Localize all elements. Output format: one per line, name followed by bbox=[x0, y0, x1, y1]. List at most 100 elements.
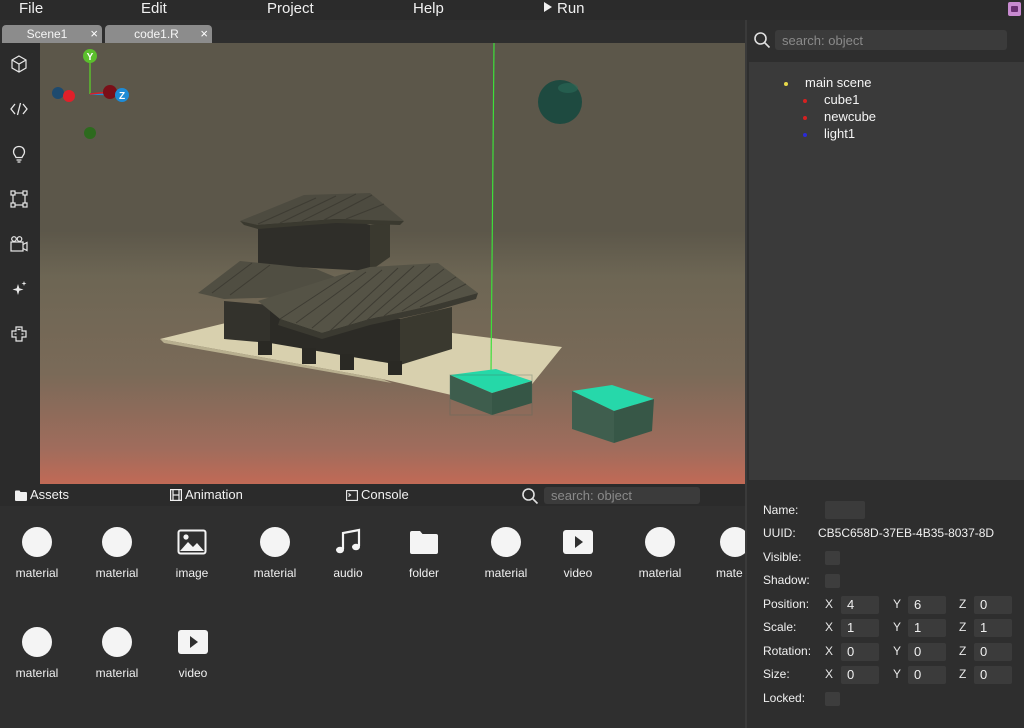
asset-item[interactable]: material bbox=[80, 606, 154, 680]
asset-item[interactable]: folder bbox=[387, 506, 461, 580]
tab-assets[interactable]: Assets bbox=[15, 487, 69, 503]
tree-item-cube1[interactable]: cube1 bbox=[824, 92, 859, 108]
gizmo-neg-x[interactable] bbox=[103, 85, 117, 99]
menu-edit[interactable]: Edit bbox=[141, 0, 167, 18]
code-icon[interactable] bbox=[9, 99, 29, 119]
tab-animation-label: Animation bbox=[185, 487, 243, 502]
asset-item[interactable]: material bbox=[469, 506, 543, 580]
axis-y-label: Y bbox=[893, 644, 902, 658]
material-icon bbox=[22, 527, 52, 557]
terminal-icon bbox=[346, 490, 358, 501]
axis-y-label: Y bbox=[893, 597, 902, 611]
tab-code1[interactable]: code1.R × bbox=[105, 25, 212, 43]
cube-icon[interactable] bbox=[9, 54, 29, 74]
material-icon bbox=[491, 527, 521, 557]
axis-y-label: Y bbox=[893, 667, 902, 681]
rotation-y-input[interactable]: 0 bbox=[908, 643, 946, 661]
close-icon[interactable]: × bbox=[200, 25, 208, 43]
shadow-label: Shadow: bbox=[763, 573, 810, 587]
size-label: Size: bbox=[763, 667, 790, 681]
tree-dot bbox=[803, 116, 807, 120]
tree-item-main-scene[interactable]: main scene bbox=[805, 75, 871, 91]
app-logo-icon[interactable] bbox=[1008, 2, 1021, 16]
tree-item-light1[interactable]: light1 bbox=[824, 126, 855, 142]
locked-checkbox[interactable] bbox=[825, 692, 840, 706]
scene-viewport[interactable]: Y Z bbox=[40, 43, 745, 484]
name-field[interactable] bbox=[825, 501, 865, 519]
search-icon bbox=[522, 488, 539, 505]
asset-search-input[interactable] bbox=[544, 487, 700, 504]
menu-bar: File Edit Project Help Run bbox=[0, 0, 1024, 20]
tab-console[interactable]: Console bbox=[346, 487, 409, 503]
asset-item[interactable]: material bbox=[0, 506, 74, 580]
properties-panel: Name: UUID: CB5C658D-37EB-4B35-8037-8D V… bbox=[749, 482, 1024, 728]
position-z-input[interactable]: 0 bbox=[974, 596, 1012, 614]
material-icon bbox=[22, 627, 52, 657]
scale-label: Scale: bbox=[763, 620, 797, 634]
tree-item-newcube[interactable]: newcube bbox=[824, 109, 876, 125]
gizmo-neg-y[interactable] bbox=[84, 127, 96, 139]
bottom-panel-tabs: Assets Animation Console bbox=[0, 484, 745, 506]
size-y-input[interactable]: 0 bbox=[908, 666, 946, 684]
axis-x-label: X bbox=[825, 644, 834, 658]
bounding-box-icon[interactable] bbox=[9, 189, 29, 209]
menu-file[interactable]: File bbox=[19, 0, 43, 18]
material-icon bbox=[260, 527, 290, 557]
close-icon[interactable]: × bbox=[90, 25, 98, 43]
position-label: Position: bbox=[763, 597, 810, 611]
axis-x-label: X bbox=[825, 667, 834, 681]
scene-tree-panel: main scene cube1 newcube light1 Name: UU… bbox=[745, 20, 1024, 728]
lightbulb-icon[interactable] bbox=[9, 144, 29, 164]
asset-label: video bbox=[563, 566, 593, 580]
menu-help[interactable]: Help bbox=[413, 0, 444, 18]
position-x-input[interactable]: 4 bbox=[841, 596, 879, 614]
visible-checkbox[interactable] bbox=[825, 551, 840, 565]
material-icon bbox=[102, 527, 132, 557]
asset-item[interactable]: material bbox=[0, 606, 74, 680]
rotation-z-input[interactable]: 0 bbox=[974, 643, 1012, 661]
music-note-icon bbox=[333, 527, 363, 557]
asset-item[interactable]: audio bbox=[311, 506, 385, 580]
gizmo-y-label: Y bbox=[87, 52, 94, 63]
asset-label: material bbox=[253, 566, 297, 580]
sparkles-icon[interactable] bbox=[9, 279, 29, 299]
tab-animation[interactable]: Animation bbox=[170, 487, 243, 503]
folder-icon bbox=[15, 490, 27, 501]
asset-item[interactable]: video bbox=[541, 506, 615, 580]
size-z-input[interactable]: 0 bbox=[974, 666, 1012, 684]
asset-item[interactable]: image bbox=[155, 506, 229, 580]
tab-label: Scene1 bbox=[26, 27, 68, 41]
left-toolbar bbox=[0, 43, 40, 484]
rotation-label: Rotation: bbox=[763, 644, 812, 658]
asset-item[interactable]: mate bbox=[698, 506, 745, 580]
shadow-checkbox[interactable] bbox=[825, 574, 840, 588]
scene-search-input[interactable] bbox=[775, 30, 1007, 50]
gizmo-x[interactable] bbox=[63, 90, 75, 102]
tab-assets-label: Assets bbox=[30, 487, 70, 502]
menu-project[interactable]: Project bbox=[267, 0, 314, 18]
uuid-label: UUID: bbox=[763, 526, 796, 540]
asset-item[interactable]: material bbox=[623, 506, 697, 580]
scale-z-input[interactable]: 1 bbox=[974, 619, 1012, 637]
asset-label: folder bbox=[408, 566, 440, 580]
asset-label: material bbox=[95, 566, 139, 580]
puzzle-icon[interactable] bbox=[9, 324, 29, 344]
image-icon bbox=[177, 527, 207, 557]
asset-item[interactable]: material bbox=[80, 506, 154, 580]
run-button[interactable]: Run bbox=[544, 0, 585, 18]
position-y-input[interactable]: 6 bbox=[908, 596, 946, 614]
asset-item[interactable]: material bbox=[238, 506, 312, 580]
newcube-object[interactable] bbox=[572, 385, 654, 443]
size-x-input[interactable]: 0 bbox=[841, 666, 879, 684]
scale-x-input[interactable]: 1 bbox=[841, 619, 879, 637]
tab-console-label: Console bbox=[361, 487, 409, 502]
light1-sphere[interactable] bbox=[538, 80, 582, 124]
camera-icon[interactable] bbox=[9, 234, 29, 254]
scale-y-input[interactable]: 1 bbox=[908, 619, 946, 637]
tab-scene1[interactable]: Scene1 × bbox=[2, 25, 102, 43]
asset-item[interactable]: video bbox=[156, 606, 230, 680]
rotation-x-input[interactable]: 0 bbox=[841, 643, 879, 661]
axis-x-label: X bbox=[825, 620, 834, 634]
axis-z-label: Z bbox=[959, 644, 967, 658]
gizmo-neg-z[interactable] bbox=[52, 87, 64, 99]
